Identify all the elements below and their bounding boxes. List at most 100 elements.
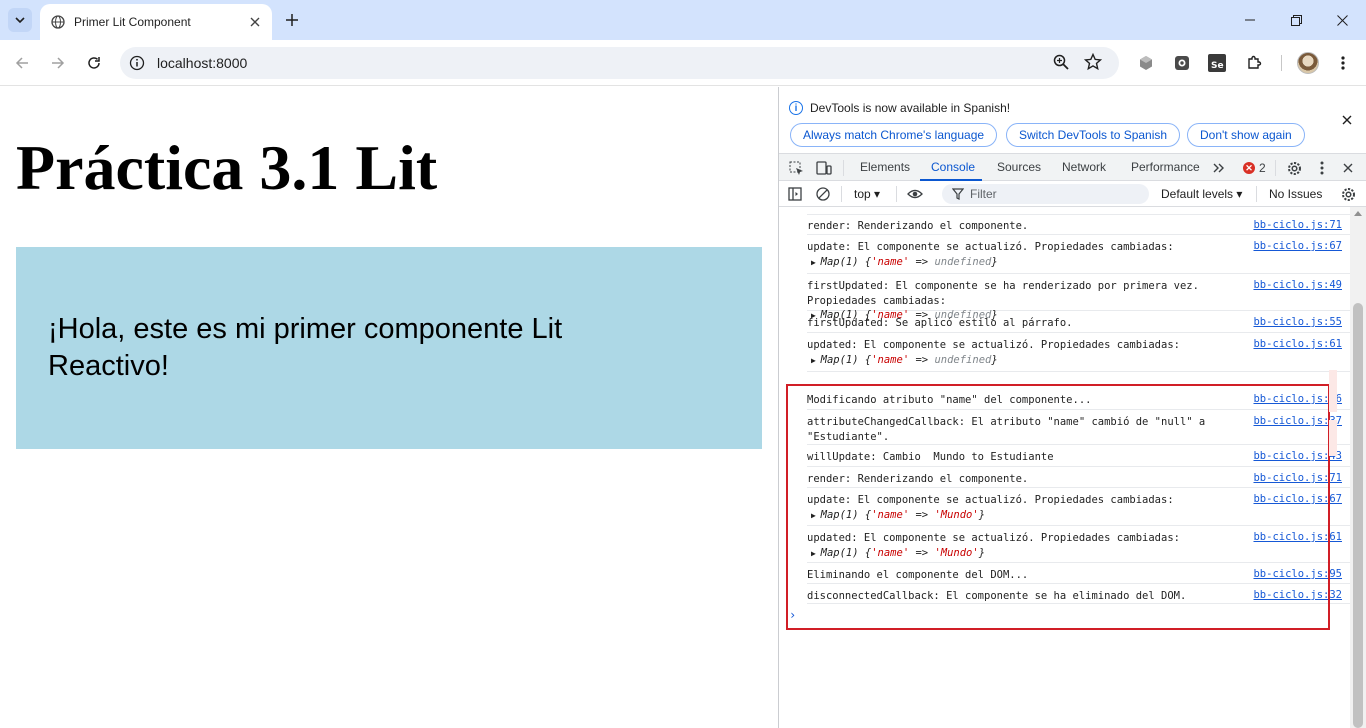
map-close-brace: } [991, 255, 998, 268]
console-output: render: Renderizando el componente. bb-ci… [779, 207, 1350, 728]
map-preview[interactable]: ▶ Map(1) {'name' => undefined} [811, 353, 1221, 369]
context-selector[interactable]: top ▾ [854, 187, 880, 201]
bookmark-star-icon[interactable] [1083, 52, 1104, 73]
reload-icon [88, 57, 100, 69]
inspect-element-icon[interactable] [787, 159, 805, 177]
browser-toolbar: localhost:8000 Se [0, 40, 1366, 86]
page-heading: Práctica 3.1 Lit [16, 132, 438, 203]
tab-console[interactable]: Console [931, 160, 975, 174]
error-gutter-mark [1329, 370, 1337, 412]
settings-gear-icon[interactable] [1285, 159, 1303, 177]
dont-show-again-button[interactable]: Don't show again [1187, 123, 1305, 147]
map-arrow: => [909, 353, 935, 366]
tab-search-button[interactable] [8, 8, 32, 32]
console-filter-input[interactable]: Filter [942, 184, 1149, 204]
error-icon: ✕ [1243, 162, 1255, 174]
close-devtools-icon[interactable] [1339, 159, 1357, 177]
map-close-brace: } [991, 353, 998, 366]
log-levels-label: Default levels [1161, 187, 1234, 201]
error-gutter-mark [1329, 420, 1337, 456]
devtools-menu-icon[interactable] [1313, 159, 1331, 177]
globe-icon [50, 14, 66, 30]
chevron-down-icon [15, 17, 25, 24]
log-text: updated: El componente se actualizó. Pro… [807, 339, 1180, 351]
tab-sources[interactable]: Sources [997, 160, 1041, 174]
devtools-tabbar: Elements Console Sources Network Perform… [779, 153, 1366, 181]
map-preview[interactable]: ▶ Map(1) {'name' => undefined} [811, 255, 1221, 271]
selenium-ide-icon[interactable]: Se [1206, 52, 1228, 74]
browser-tab[interactable]: Primer Lit Component [40, 4, 272, 40]
log-message: render: Renderizando el componente. [807, 219, 1221, 234]
filterbar-separator [1256, 186, 1257, 202]
more-tabs-icon[interactable] [1210, 159, 1228, 177]
eye-icon[interactable] [906, 185, 924, 203]
restore-button[interactable] [1273, 0, 1319, 40]
filterbar-separator [896, 186, 897, 202]
console-log-entry: firstUpdated: Se aplicó estilo al párraf… [807, 311, 1350, 333]
minimize-button[interactable] [1227, 0, 1273, 40]
always-match-language-button[interactable]: Always match Chrome's language [790, 123, 998, 147]
clear-console-icon[interactable] [814, 185, 832, 203]
arrow-right-icon [52, 57, 65, 69]
log-message: firstUpdated: Se aplicó estilo al párraf… [807, 316, 1221, 331]
reload-button[interactable] [82, 51, 106, 75]
issues-counter[interactable]: No Issues [1269, 187, 1322, 201]
console-prompt-icon[interactable]: › [789, 608, 796, 622]
log-text: firstUpdated: Se aplicó estilo al párraf… [807, 317, 1073, 329]
filter-icon [952, 188, 964, 200]
source-link[interactable]: bb-ciclo.js:49 [1253, 279, 1342, 291]
expand-triangle-icon[interactable]: ▶ [811, 356, 821, 365]
address-bar[interactable]: localhost:8000 [120, 47, 1119, 79]
tab-strip: Primer Lit Component [0, 0, 1366, 40]
infobar-close-icon[interactable] [1339, 112, 1355, 128]
extensions-puzzle-icon[interactable] [1243, 52, 1265, 74]
console-scrollbar[interactable] [1350, 207, 1366, 728]
more-menu-icon[interactable] [1332, 52, 1354, 74]
close-window-button[interactable] [1319, 0, 1365, 40]
svg-text:Se: Se [1211, 61, 1224, 71]
log-levels-dropdown[interactable]: Default levels ▾ [1161, 187, 1242, 201]
filter-placeholder: Filter [970, 187, 997, 201]
source-link[interactable]: bb-ciclo.js:71 [1253, 219, 1342, 231]
source-link[interactable]: bb-ciclo.js:55 [1253, 316, 1342, 328]
extension-cube-icon[interactable] [1135, 52, 1157, 74]
console-log-entry: updated: El componente se actualizó. Pro… [807, 333, 1350, 372]
sidebar-toggle-icon[interactable] [786, 185, 804, 203]
profile-avatar[interactable] [1297, 52, 1319, 74]
info-icon: i [789, 101, 803, 115]
extension-dark-icon[interactable] [1171, 52, 1193, 74]
map-prefix: Map(1) { [820, 353, 872, 366]
log-text: update: El componente se actualizó. Prop… [807, 241, 1174, 253]
map-value: undefined [934, 255, 992, 268]
log-text: firstUpdated: El componente se ha render… [807, 280, 1206, 307]
minimize-icon [1245, 19, 1255, 21]
forward-button[interactable] [46, 51, 70, 75]
infobar-message: DevTools is now available in Spanish! [810, 101, 1011, 115]
tab-close-icon[interactable] [246, 13, 264, 31]
scroll-up-arrow[interactable] [1354, 211, 1362, 216]
arrow-left-icon [15, 57, 28, 69]
zoom-icon[interactable] [1052, 53, 1072, 73]
tab-network[interactable]: Network [1062, 160, 1106, 174]
back-button[interactable] [10, 51, 34, 75]
log-text: render: Renderizando el componente. [807, 220, 1029, 232]
tab-performance[interactable]: Performance [1131, 160, 1200, 174]
tab-elements[interactable]: Elements [860, 160, 910, 174]
new-tab-button[interactable] [282, 10, 302, 30]
scrollbar-thumb[interactable] [1353, 303, 1363, 728]
console-filter-bar: top ▾ Filter Default levels ▾ No Issues [779, 181, 1366, 207]
map-value: undefined [934, 353, 992, 366]
source-link[interactable]: bb-ciclo.js:67 [1253, 240, 1342, 252]
device-toolbar-icon[interactable] [815, 159, 833, 177]
switch-to-spanish-button[interactable]: Switch DevTools to Spanish [1006, 123, 1181, 147]
devtools-panel: i DevTools is now available in Spanish! … [778, 87, 1366, 728]
highlight-box [786, 384, 1330, 630]
toolbar-separator [1281, 55, 1282, 71]
component-greeting: ¡Hola, este es mi primer componente Lit … [48, 313, 563, 382]
error-count-badge[interactable]: ✕ 2 [1243, 161, 1266, 175]
console-settings-icon[interactable] [1339, 185, 1357, 203]
expand-triangle-icon[interactable]: ▶ [811, 258, 821, 267]
source-link[interactable]: bb-ciclo.js:61 [1253, 338, 1342, 350]
restore-icon [1290, 14, 1302, 26]
site-info-icon[interactable] [128, 54, 146, 72]
